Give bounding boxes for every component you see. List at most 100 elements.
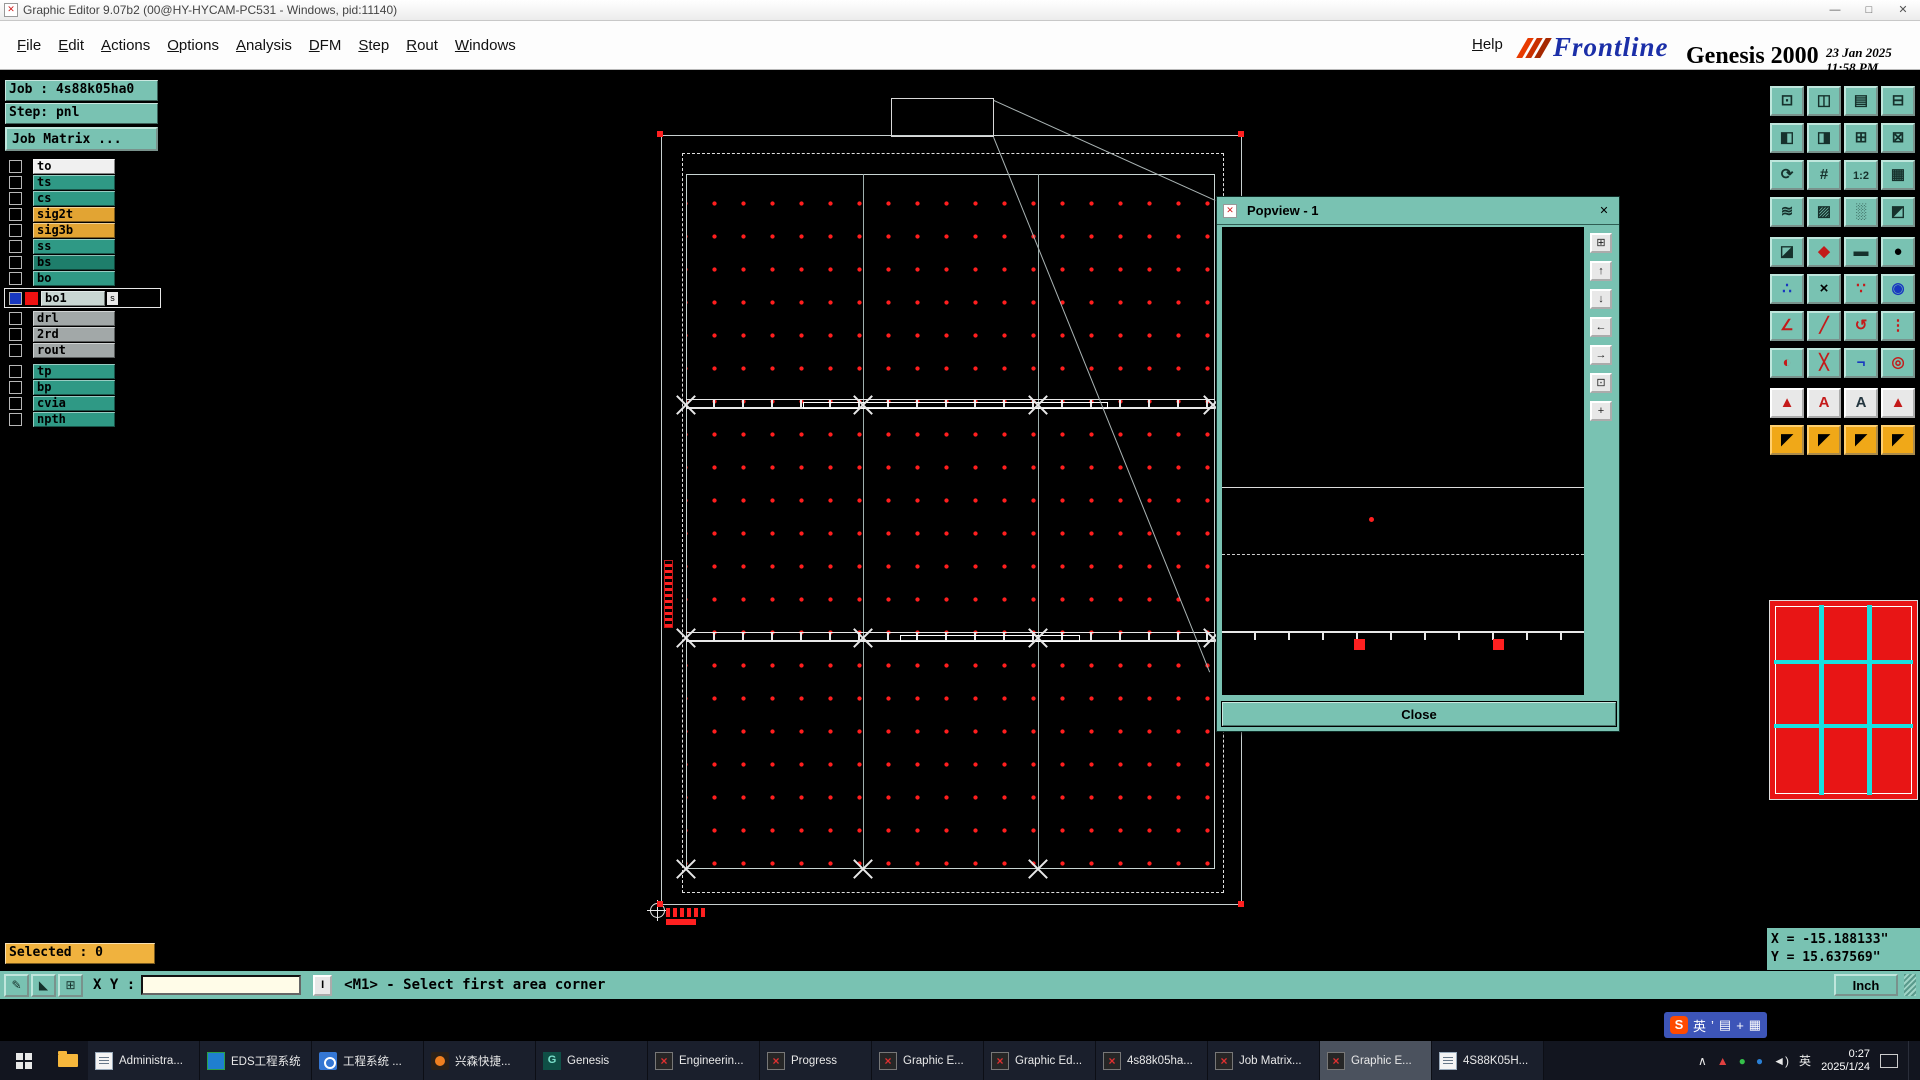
layer-name-chip[interactable]: ss xyxy=(33,239,115,254)
menu-dfm[interactable]: DFM xyxy=(309,37,342,54)
layer-row[interactable]: bp xyxy=(0,379,165,395)
volume-icon[interactable]: ◄) xyxy=(1773,1054,1789,1068)
toolbar-button[interactable]: ⋮ xyxy=(1881,311,1915,341)
taskbar-app[interactable]: EDS工程系统 xyxy=(200,1041,312,1080)
toolbar-button[interactable]: ◆ xyxy=(1807,237,1841,267)
active-layer-name[interactable]: bo1 xyxy=(41,291,105,306)
popview-pan-down-button[interactable]: ↓ xyxy=(1590,289,1612,309)
popview-zoom-fit-button[interactable]: ⊡ xyxy=(1590,373,1612,393)
ime-logo-icon[interactable]: S xyxy=(1670,1016,1688,1034)
layer-name-chip[interactable]: sig2t xyxy=(33,207,115,222)
toolbar-button[interactable]: ↺ xyxy=(1844,311,1878,341)
menu-rout[interactable]: Rout xyxy=(406,37,438,54)
toolbar-button[interactable]: ◧ xyxy=(1770,123,1804,153)
toolbar-button[interactable]: ◤ xyxy=(1881,425,1915,455)
toolbar-button[interactable]: ░ xyxy=(1844,197,1878,227)
layer-visibility-checkbox[interactable] xyxy=(9,328,22,341)
layer-visibility-checkbox[interactable] xyxy=(9,176,22,189)
layer-visibility-checkbox[interactable] xyxy=(9,240,22,253)
toolbar-button[interactable]: ▨ xyxy=(1807,197,1841,227)
toolbar-button[interactable]: ◉ xyxy=(1881,274,1915,304)
layer-name-chip[interactable]: 2rd xyxy=(33,327,115,342)
layer-row[interactable]: 2rd xyxy=(0,326,165,342)
toolbar-button[interactable]: ◤ xyxy=(1770,425,1804,455)
menu-step[interactable]: Step xyxy=(358,37,389,54)
toolbar-button[interactable]: ● xyxy=(1881,237,1915,267)
menu-analysis[interactable]: Analysis xyxy=(236,37,292,54)
popview-zoom-window-button[interactable]: ⊞ xyxy=(1590,233,1612,253)
pcb-pad-grid[interactable] xyxy=(686,174,1215,869)
layer-row[interactable]: tp xyxy=(0,363,165,379)
layer-row[interactable]: cvia xyxy=(0,395,165,411)
taskbar-app[interactable]: ×Job Matrix... xyxy=(1208,1041,1320,1080)
menu-actions[interactable]: Actions xyxy=(101,37,150,54)
toolbar-button[interactable]: ⊞ xyxy=(1844,123,1878,153)
taskbar-app[interactable]: ×4s88k05ha... xyxy=(1096,1041,1208,1080)
layer-name-chip[interactable]: bs xyxy=(33,255,115,270)
taskbar-app-active[interactable]: ×Graphic E... xyxy=(1320,1041,1432,1080)
toolbar-button[interactable]: ¬ xyxy=(1844,348,1878,378)
layer-name-chip[interactable]: drl xyxy=(33,311,115,326)
layer-name-chip[interactable]: ts xyxy=(33,175,115,190)
layer-row[interactable]: bo xyxy=(0,270,165,286)
tray-alert-icon[interactable]: ▲ xyxy=(1717,1054,1729,1068)
layer-visibility-checkbox[interactable] xyxy=(9,256,22,269)
layer-visibility-checkbox[interactable] xyxy=(9,344,22,357)
xy-input[interactable] xyxy=(141,975,301,995)
draw-tool-button[interactable]: ✎ xyxy=(4,974,29,997)
menu-file[interactable]: File xyxy=(17,37,41,54)
taskbar-app[interactable]: ×Graphic E... xyxy=(872,1041,984,1080)
layer-visibility-checkbox[interactable] xyxy=(9,312,22,325)
layer-visibility-checkbox[interactable] xyxy=(9,413,22,426)
layer-row[interactable]: ss xyxy=(0,238,165,254)
input-language-indicator[interactable]: 英 xyxy=(1799,1052,1811,1069)
toolbar-button[interactable]: ◨ xyxy=(1807,123,1841,153)
taskbar-clock[interactable]: 0:27 2025/1/24 xyxy=(1821,1048,1870,1074)
toolbar-button[interactable]: ◐ xyxy=(1770,348,1804,378)
layer-visibility-checkbox[interactable] xyxy=(9,160,22,173)
toolbar-button[interactable]: ◪ xyxy=(1770,237,1804,267)
measure-tool-button[interactable]: ◣ xyxy=(31,974,56,997)
layer-row[interactable]: npth xyxy=(0,411,165,427)
toolbar-button[interactable]: 1:2 xyxy=(1844,160,1878,190)
taskbar-app[interactable]: 兴森快捷... xyxy=(424,1041,536,1080)
taskbar-app[interactable]: Administra... xyxy=(88,1041,200,1080)
layer-row[interactable]: sig2t xyxy=(0,206,165,222)
popview-close-x[interactable]: ✕ xyxy=(1595,203,1613,219)
layer-row[interactable]: sig3b xyxy=(0,222,165,238)
toolbar-button[interactable]: ╱ xyxy=(1807,311,1841,341)
action-center-icon[interactable] xyxy=(1880,1054,1898,1068)
ime-language-bar[interactable]: S 英 ’ ▤ + ▦ xyxy=(1664,1012,1767,1038)
toolbar-button[interactable]: ▦ xyxy=(1881,160,1915,190)
tray-blue-icon[interactable]: ● xyxy=(1756,1054,1763,1068)
close-button[interactable]: ✕ xyxy=(1886,0,1920,20)
menu-help[interactable]: Help xyxy=(1472,36,1503,53)
layer-name-chip[interactable]: bo xyxy=(33,271,115,286)
toolbar-button[interactable]: ∴ xyxy=(1770,274,1804,304)
layer-row[interactable]: ts xyxy=(0,174,165,190)
layer-name-chip[interactable]: tp xyxy=(33,364,115,379)
toolbar-button[interactable]: ◎ xyxy=(1881,348,1915,378)
toolbar-button[interactable]: ⊡ xyxy=(1770,86,1804,116)
taskbar-app[interactable]: 4S88K05H... xyxy=(1432,1041,1544,1080)
toolbar-button[interactable]: ▬ xyxy=(1844,237,1878,267)
toolbar-button[interactable]: ⊟ xyxy=(1881,86,1915,116)
layer-visibility-checkbox[interactable] xyxy=(9,192,22,205)
toolbar-button[interactable]: ╳ xyxy=(1807,348,1841,378)
layer-visibility-checkbox[interactable] xyxy=(9,397,22,410)
toolbar-button[interactable]: ▤ xyxy=(1844,86,1878,116)
layer-name-chip[interactable]: bp xyxy=(33,380,115,395)
maximize-button[interactable]: □ xyxy=(1852,0,1886,20)
tray-expand-chevron[interactable]: ∧ xyxy=(1698,1054,1707,1068)
ime-board-icon[interactable]: ▦ xyxy=(1749,1017,1761,1033)
units-button[interactable]: Inch xyxy=(1834,974,1898,996)
layer-row[interactable]: to xyxy=(0,158,165,174)
toolbar-button[interactable]: ∵ xyxy=(1844,274,1878,304)
layer-name-chip[interactable]: rout xyxy=(33,343,115,358)
popview-pan-up-button[interactable]: ↑ xyxy=(1590,261,1612,281)
toolbar-button[interactable]: ∠ xyxy=(1770,311,1804,341)
layer-visibility-checkbox[interactable] xyxy=(9,208,22,221)
file-explorer-button[interactable] xyxy=(48,1041,88,1080)
taskbar-app[interactable]: GGenesis xyxy=(536,1041,648,1080)
layer-row[interactable]: rout xyxy=(0,342,165,358)
